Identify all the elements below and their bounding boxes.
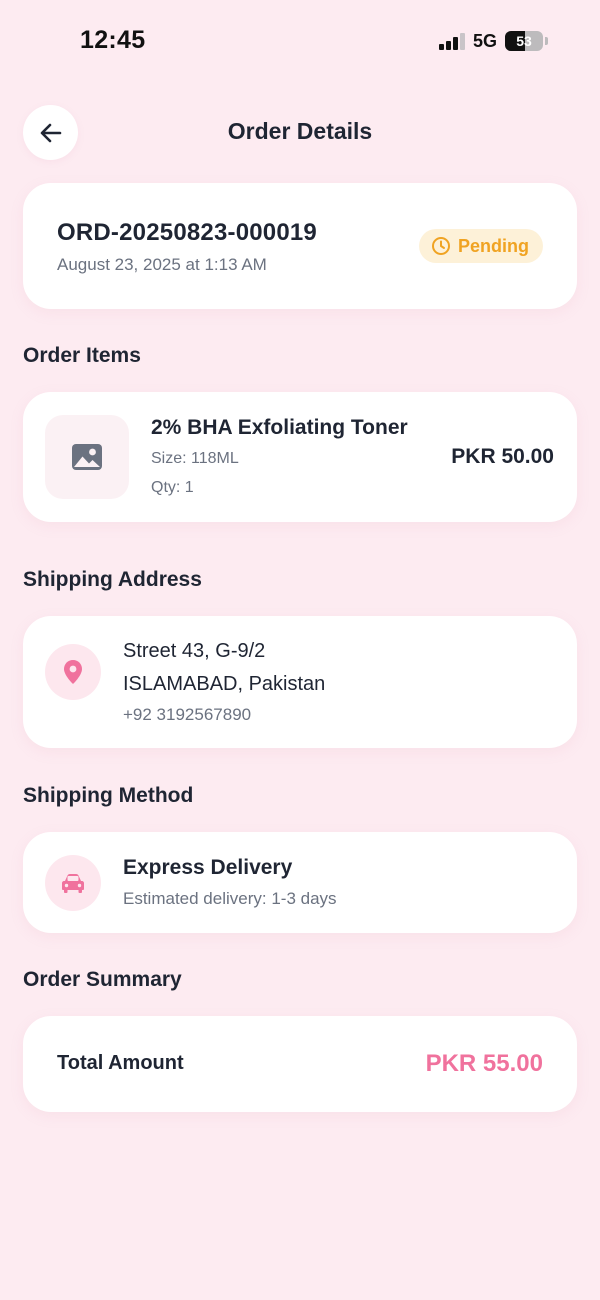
- cellular-signal-icon: [438, 32, 465, 50]
- status-badge-label: Pending: [458, 235, 529, 256]
- item-name: 2% BHA Exfoliating Toner: [151, 416, 408, 439]
- section-title-order-items: Order Items: [23, 344, 141, 367]
- battery-cap: [545, 37, 548, 45]
- status-badge: Pending: [419, 229, 543, 263]
- shipping-method-name: Express Delivery: [123, 856, 293, 879]
- section-title-shipping-method: Shipping Method: [23, 784, 194, 807]
- page-title: Order Details: [227, 118, 373, 144]
- order-date: August 23, 2025 at 1:13 AM: [57, 255, 267, 274]
- battery-level: 53: [516, 33, 532, 49]
- car-icon-badge: [45, 855, 101, 911]
- car-icon: [62, 874, 84, 893]
- total-amount-label: Total Amount: [57, 1052, 184, 1074]
- clock-icon: [432, 237, 450, 255]
- shipping-method-card: Express Delivery Estimated delivery: 1-3…: [23, 832, 577, 933]
- status-bar: 12:45 5G 53: [0, 0, 600, 84]
- order-header-card: ORD-20250823-000019 August 23, 2025 at 1…: [23, 183, 577, 309]
- order-item-card[interactable]: 2% BHA Exfoliating Toner Size: 118ML Qty…: [23, 392, 577, 522]
- section-title-shipping-address: Shipping Address: [23, 568, 202, 591]
- item-thumbnail: [45, 415, 129, 499]
- order-number: ORD-20250823-000019: [57, 219, 317, 246]
- location-icon-badge: [45, 644, 101, 700]
- item-price: PKR 50.00: [451, 445, 554, 468]
- address-line-1: Street 43, G-9/2: [123, 640, 266, 662]
- battery-icon: 53: [505, 31, 543, 51]
- item-quantity: Qty: 1: [151, 479, 194, 496]
- item-size: Size: 118ML: [151, 450, 239, 467]
- image-placeholder-icon: [72, 444, 102, 470]
- location-pin-icon: [64, 660, 82, 684]
- order-summary-card: Total Amount PKR 55.00: [23, 1016, 577, 1112]
- status-indicators: 5G 53: [438, 30, 548, 52]
- shipping-address-card: Street 43, G-9/2 ISLAMABAD, Pakistan +92…: [23, 616, 577, 748]
- network-type: 5G: [472, 30, 497, 51]
- section-title-order-summary: Order Summary: [23, 968, 182, 991]
- address-line-2: ISLAMABAD, Pakistan: [123, 673, 326, 695]
- total-amount-value: PKR 55.00: [425, 1050, 543, 1077]
- shipping-method-eta: Estimated delivery: 1-3 days: [123, 889, 337, 908]
- status-time: 12:45: [80, 26, 146, 54]
- address-phone: +92 3192567890: [123, 705, 252, 724]
